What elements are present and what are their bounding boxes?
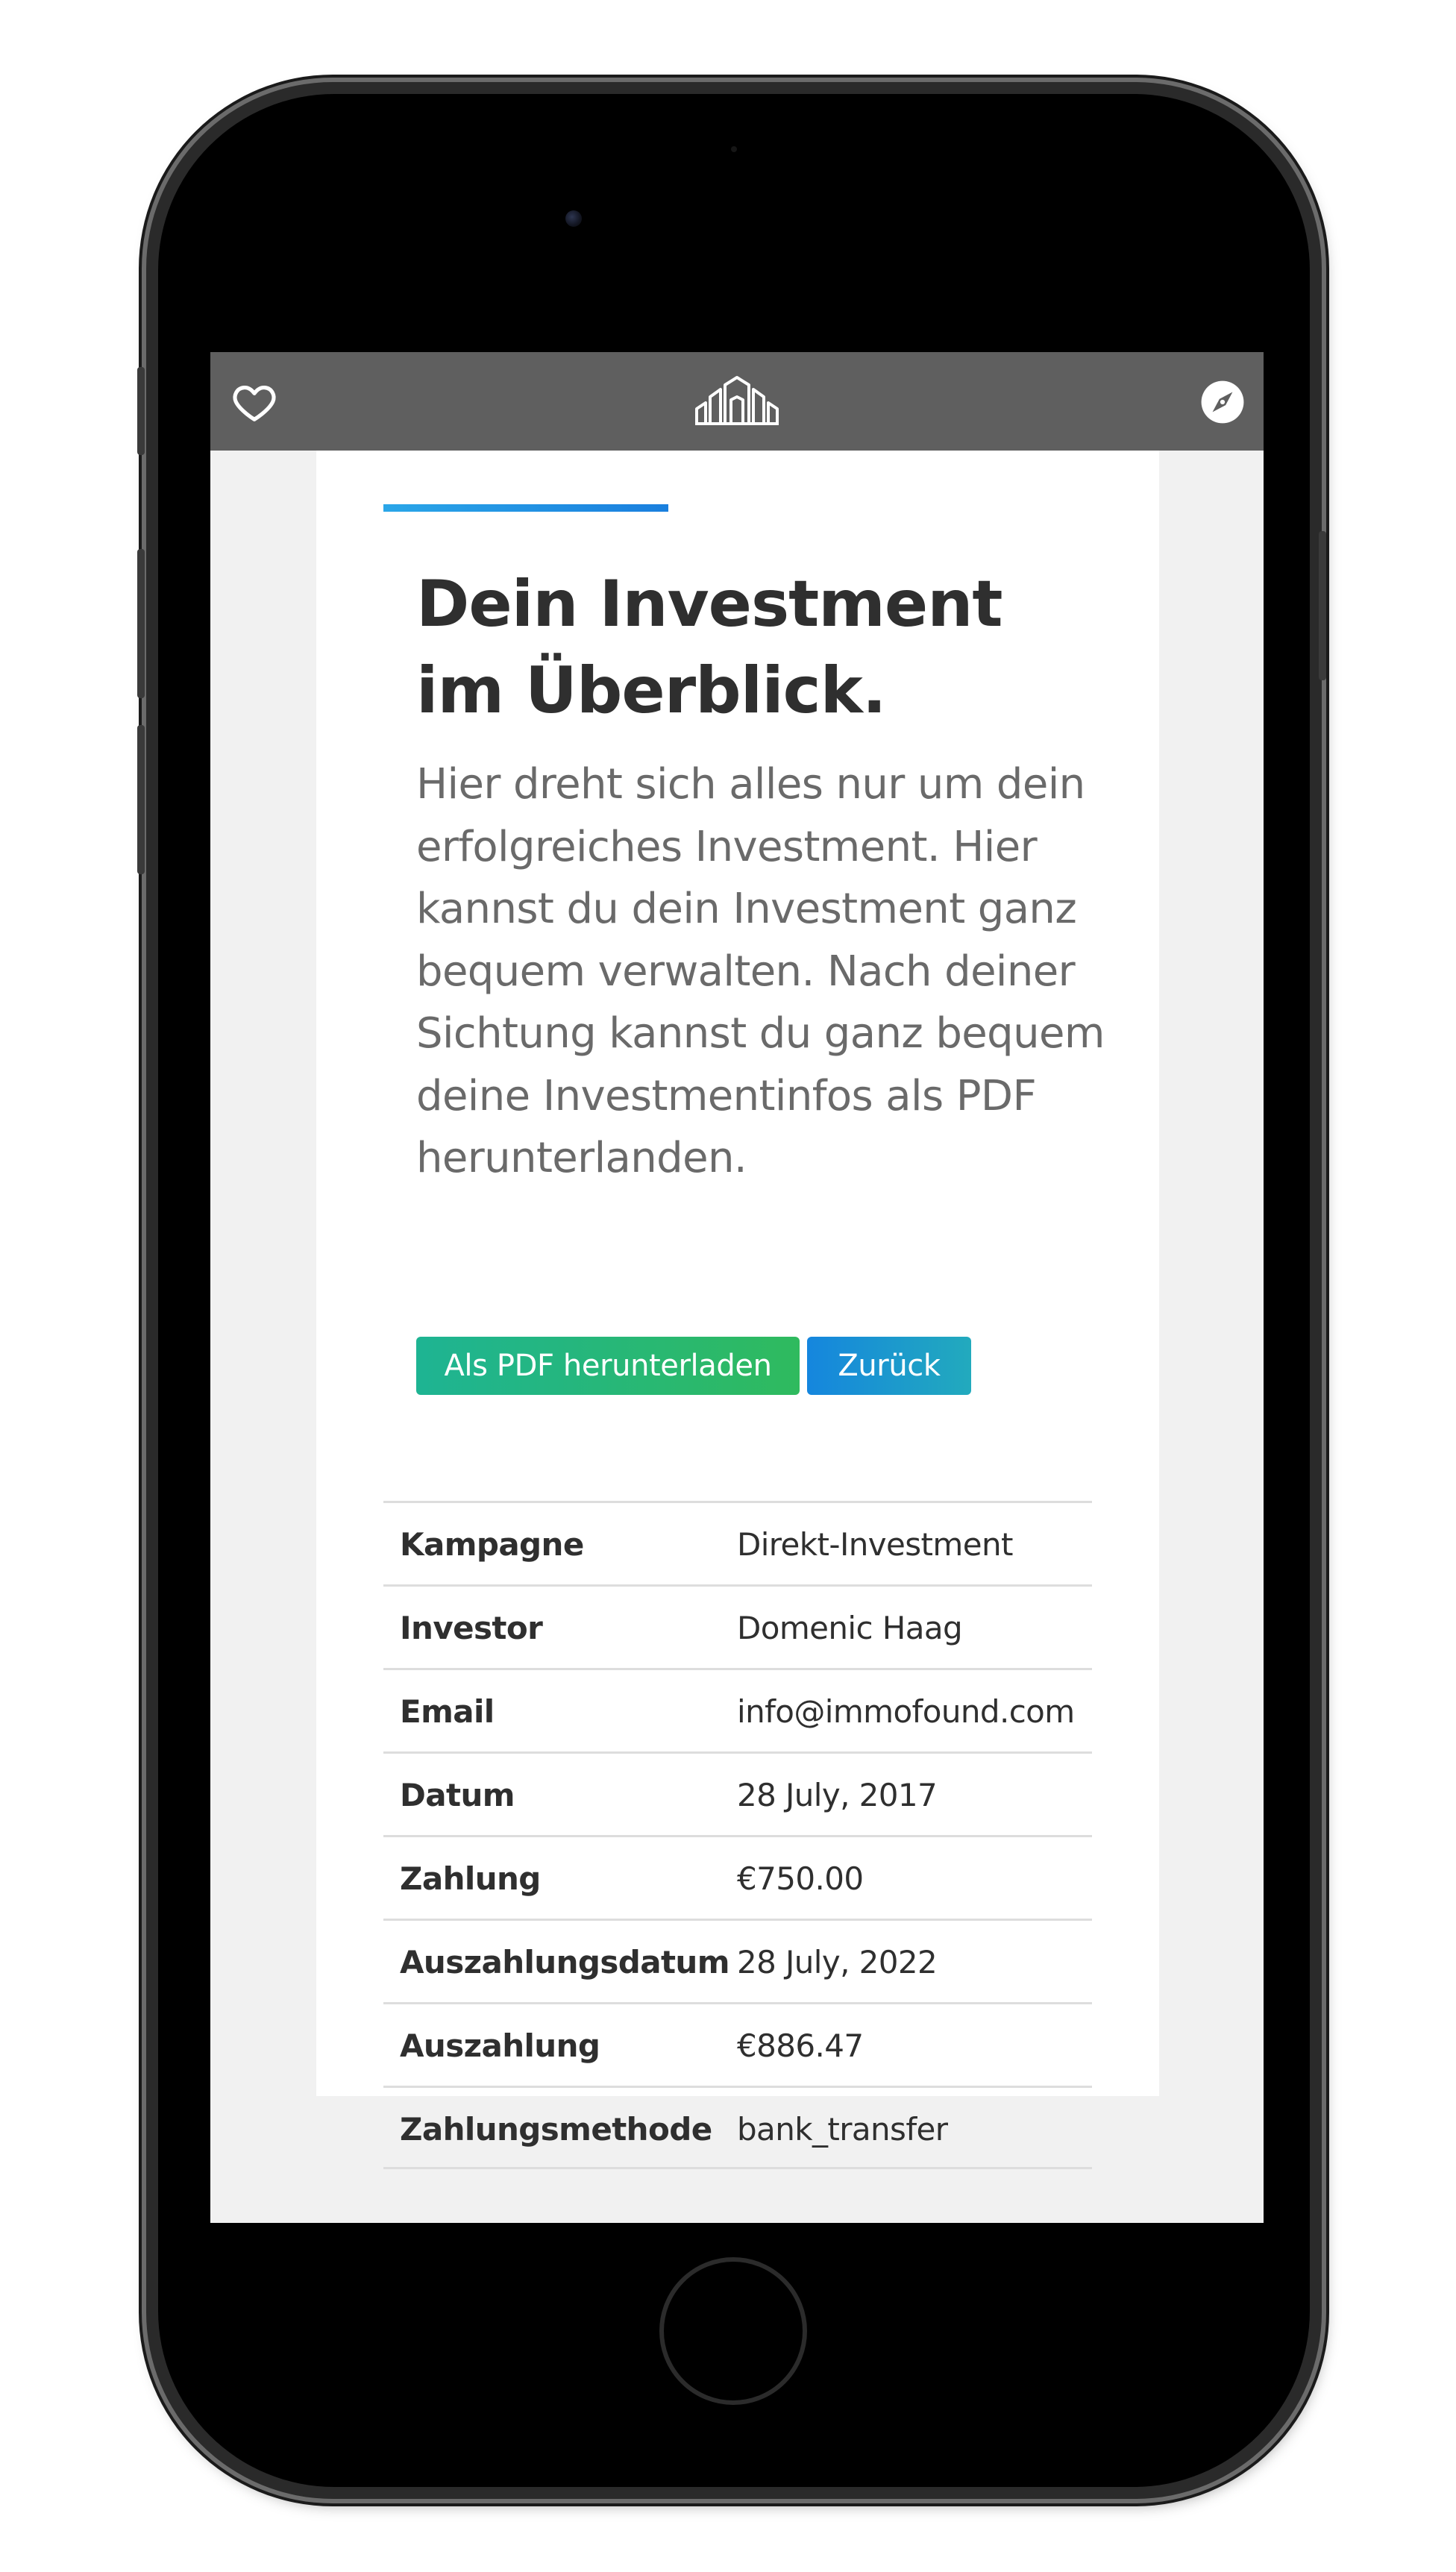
page-title: Dein Investment im Überblick. (416, 567, 1003, 728)
compass-icon[interactable] (1199, 379, 1246, 425)
row-value: bank_transfer (737, 2111, 948, 2148)
home-button[interactable] (659, 2257, 807, 2405)
phone-screen: Dein Investment im Überblick. Hier dreht… (210, 352, 1264, 2223)
row-value: €886.47 (737, 2027, 864, 2064)
volume-down-button (137, 725, 145, 874)
row-value: €750.00 (737, 1860, 864, 1897)
table-row-auszahlungsdatum: Auszahlungsdatum 28 July, 2022 (383, 1919, 1092, 2002)
row-value: 28 July, 2022 (737, 1944, 938, 1980)
immofound-logo-icon[interactable] (694, 374, 780, 428)
accent-line (383, 504, 668, 512)
investment-details-table: Kampagne Direkt-Investment Investor Dome… (383, 1501, 1092, 2169)
download-pdf-button[interactable]: Als PDF herunterladen (416, 1337, 800, 1395)
row-label: Zahlung (400, 1860, 541, 1897)
volume-up-button (137, 549, 145, 698)
row-value: 28 July, 2017 (737, 1777, 938, 1813)
table-row-investor: Investor Domenic Haag (383, 1584, 1092, 1668)
table-row-zahlungsmethode: Zahlungsmethode bank_transfer (383, 2086, 1092, 2169)
row-value: Direkt-Investment (737, 1526, 1013, 1563)
power-button (1319, 531, 1326, 680)
heart-icon[interactable] (231, 379, 277, 425)
silent-switch (137, 367, 145, 455)
row-label: Email (400, 1693, 495, 1730)
row-value: Domenic Haag (737, 1610, 963, 1646)
row-value: info@immofound.com (737, 1693, 1075, 1730)
content-card: Dein Investment im Überblick. Hier dreht… (316, 451, 1159, 2169)
front-camera (565, 210, 582, 227)
row-label: Datum (400, 1777, 515, 1813)
row-label: Investor (400, 1610, 543, 1646)
table-row-email: Email info@immofound.com (383, 1668, 1092, 1751)
stage: Dein Investment im Überblick. Hier dreht… (0, 0, 1456, 2572)
top-navigation-bar (210, 352, 1264, 451)
row-label: Auszahlung (400, 2027, 600, 2064)
row-label: Auszahlungsdatum (400, 1944, 730, 1980)
table-row-zahlung: Zahlung €750.00 (383, 1835, 1092, 1919)
table-row-datum: Datum 28 July, 2017 (383, 1751, 1092, 1835)
table-row-auszahlung: Auszahlung €886.47 (383, 2002, 1092, 2086)
speaker (731, 146, 737, 152)
table-row-kampagne: Kampagne Direkt-Investment (383, 1501, 1092, 1584)
intro-paragraph: Hier dreht sich alles nur um dein erfolg… (416, 760, 1105, 1182)
row-label: Kampagne (400, 1526, 584, 1563)
back-button[interactable]: Zurück (807, 1337, 971, 1395)
row-label: Zahlungsmethode (400, 2111, 712, 2148)
